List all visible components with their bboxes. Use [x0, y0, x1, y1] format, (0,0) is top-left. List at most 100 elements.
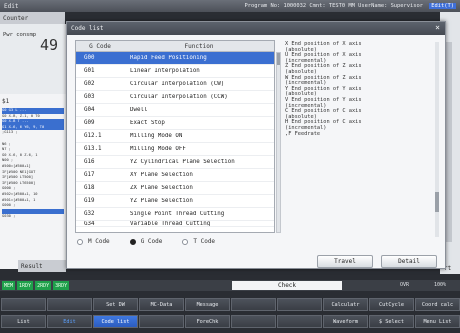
function-key[interactable]: [277, 298, 322, 311]
function-key[interactable]: [277, 315, 322, 328]
function-key[interactable]: ForeChk: [185, 315, 230, 328]
table-row[interactable]: G00 Rapid Feed Positioning: [76, 52, 274, 65]
status-chip: 3RDY: [53, 281, 70, 290]
power-consumption-value: 49: [40, 36, 59, 54]
table-row[interactable]: G04 Dwell: [76, 104, 274, 117]
radio-m-code-dot[interactable]: [77, 238, 83, 245]
status-chip: 1RDY: [17, 281, 34, 290]
function-key[interactable]: [1, 298, 46, 311]
dialog-title-bar: Code list ×: [67, 22, 445, 35]
radio-m-code[interactable]: M Code: [77, 238, 110, 245]
function-cell: Dwell: [130, 107, 148, 113]
code-cell: G17: [84, 172, 95, 178]
function-key[interactable]: CutCycle: [369, 298, 414, 311]
counter-panel: Pwr consmp 49: [0, 24, 68, 94]
check-indicator: Check: [232, 281, 342, 290]
edit-mode-badge: Edit(T): [429, 3, 456, 9]
function-key[interactable]: Menu List: [415, 315, 460, 328]
code-cell: G04: [84, 107, 95, 113]
function-cell: Single Point Thread Cutting: [130, 211, 225, 217]
function-cell: Circular Interpolation (CCW): [130, 94, 228, 100]
travel-button[interactable]: Travel: [317, 255, 373, 268]
code-cell: G02: [84, 81, 95, 87]
table-row[interactable]: G19 YZ Plane Selection: [76, 195, 274, 208]
power-consumption-label: Pwr consmp: [3, 32, 37, 38]
code-cell: G01: [84, 68, 95, 74]
code-cell: G32: [84, 211, 95, 217]
radio-g-code-label: G Code: [140, 238, 163, 245]
program-lines[interactable]: G0 G3 L ... G0 X-B, Z-1, 0 T0 G0 X-B T ...…: [2, 108, 64, 220]
program-line[interactable]: G030 ;: [2, 214, 64, 220]
radio-g-code-dot[interactable]: [129, 238, 136, 245]
table-scrollbar[interactable]: [276, 52, 281, 233]
description-scrollbar-thumb[interactable]: [435, 192, 439, 212]
description-line: ,F Feedrate: [285, 130, 321, 137]
code-cell: G03: [84, 94, 95, 100]
column-header-code: G Code: [89, 42, 111, 50]
function-cell: Milling Mode OFF: [130, 146, 186, 152]
description-panel: X End position of X axis (absolute) U End…: [285, 41, 431, 237]
table-row[interactable]: G09 Exact Stop: [76, 117, 274, 130]
right-scrollbar[interactable]: [446, 42, 452, 242]
detail-button[interactable]: Detail: [381, 255, 437, 268]
function-key[interactable]: MC-Data: [139, 298, 184, 311]
title-bar: Edit Program No: 1000032 Cmnt: TEST0 MM …: [0, 0, 460, 12]
function-cell: Linear Interpolation: [130, 68, 200, 74]
code-cell: G34: [84, 221, 95, 227]
function-cell: YZ Cylindrical Plane Selection: [130, 159, 235, 165]
table-row[interactable]: G18 ZX Plane Selection: [76, 182, 274, 195]
function-key[interactable]: Waveform: [323, 315, 368, 328]
radio-t-code-label: T Code: [193, 238, 216, 245]
function-cell: Milling Mode ON: [130, 133, 183, 139]
code-cell: G18: [84, 185, 95, 191]
code-cell: G16: [84, 159, 95, 165]
radio-g-code[interactable]: G Code: [129, 238, 163, 245]
function-cell: Exact Stop: [130, 120, 165, 126]
user-name: UserName: Supervisor: [358, 3, 424, 9]
system-label: $1: [2, 98, 10, 105]
radio-t-code[interactable]: T Code: [182, 238, 215, 245]
radio-t-code-dot[interactable]: [182, 238, 189, 245]
function-key[interactable]: [47, 298, 92, 311]
override-label: OVR: [400, 282, 410, 288]
table-row[interactable]: G13.1 Milling Mode OFF: [76, 143, 274, 156]
table-row[interactable]: G02 Circular Interpolation (CW): [76, 78, 274, 91]
table-row[interactable]: G16 YZ Cylindrical Plane Selection: [76, 156, 274, 169]
function-key[interactable]: Coord calc: [415, 298, 460, 311]
table-row[interactable]: G01 Linear Interpolation: [76, 65, 274, 78]
program-editor-panel[interactable]: $1 G0 G3 L ... G0 X-B, Z-1, 0 T0 G0 X-B T …: [0, 94, 68, 269]
program-info: Program No: 1000032 Cmnt: TEST0 MM UserN…: [154, 3, 456, 9]
table-row[interactable]: G12.1 Milling Mode ON: [76, 130, 274, 143]
radio-m-code-label: M Code: [88, 238, 110, 245]
function-key[interactable]: Edit: [47, 315, 92, 328]
function-cell: ZX Plane Selection: [130, 185, 193, 191]
function-key[interactable]: [139, 315, 184, 328]
function-key[interactable]: Set DW: [93, 298, 138, 311]
code-cell: G00: [84, 55, 95, 61]
table-body: G00 Rapid Feed Positioning G01 Linear Inter…: [76, 52, 274, 227]
code-list-dialog: Code list × G Code Function G00 Rapid Fee…: [66, 21, 446, 269]
function-key[interactable]: [231, 315, 276, 328]
function-key-bar: Set DW MC-Data Message Calculatr CutCycle Coo…: [0, 294, 460, 333]
function-key[interactable]: Code list: [93, 315, 138, 328]
table-scrollbar-thumb[interactable]: [277, 53, 280, 65]
table-row[interactable]: G32 Single Point Thread Cutting: [76, 208, 274, 221]
table-row[interactable]: G17 XY Plane Selection: [76, 169, 274, 182]
description-scrollbar[interactable]: [435, 42, 439, 237]
result-tab[interactable]: Result: [18, 260, 66, 272]
code-table: G Code Function G00 Rapid Feed Positionin…: [75, 40, 275, 233]
program-number: Program No: 1000032: [244, 3, 307, 9]
table-row[interactable]: G03 Circular Interpolation (CCW): [76, 91, 274, 104]
function-cell: XY Plane Selection: [130, 172, 193, 178]
dialog-title: Code list: [71, 25, 104, 32]
function-key[interactable]: Message: [185, 298, 230, 311]
function-key[interactable]: [231, 298, 276, 311]
code-cell: G12.1: [84, 133, 102, 139]
close-icon[interactable]: ×: [435, 23, 440, 32]
override-value: 100%: [434, 282, 447, 288]
table-row[interactable]: G34 Variable Thread Cutting: [76, 221, 274, 227]
function-key[interactable]: Calculatr: [323, 298, 368, 311]
function-key[interactable]: $ Select: [369, 315, 414, 328]
function-key[interactable]: List: [1, 315, 46, 328]
status-chip: 2RDY: [35, 281, 52, 290]
